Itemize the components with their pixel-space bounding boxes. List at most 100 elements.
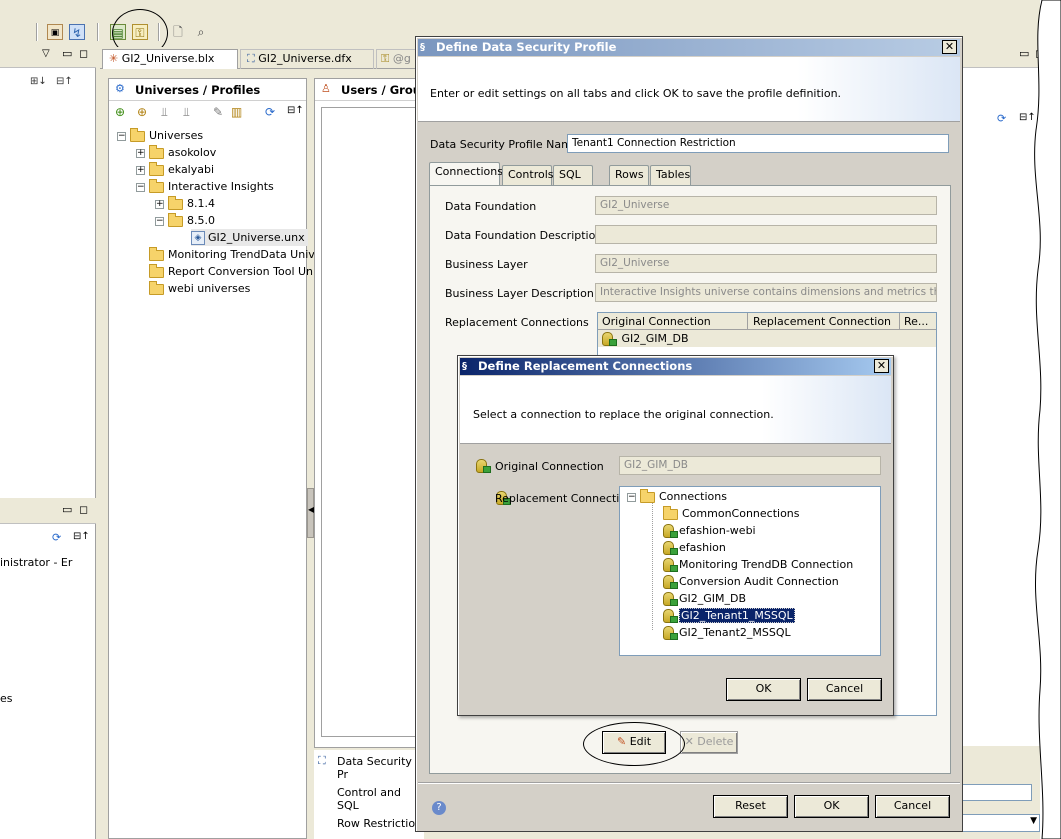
folder-icon: [168, 195, 183, 210]
maximize-icon[interactable]: ◻: [79, 503, 88, 516]
tree-node-connections[interactable]: − Connections: [627, 488, 727, 505]
delete-x-icon: ✕: [684, 735, 694, 748]
tree-node-folder[interactable]: Report Conversion Tool Univ: [149, 263, 323, 280]
help-icon[interactable]: ?: [432, 801, 446, 815]
universes-profiles-panel: ⚙ Universes / Profiles ⊕ ⊕ ⫫ ⫫ ✎ ▥ ⟳ ⊟↑ …: [108, 78, 323, 839]
tab-label: @g: [392, 52, 411, 65]
folder-icon: [149, 144, 164, 159]
table-header: Original Connection Replacement Connecti…: [598, 313, 936, 330]
editor-tab[interactable]: ✳ GI2_Universe.blx: [102, 49, 238, 69]
tree-node-folder[interactable]: CommonConnections: [663, 505, 800, 522]
find-icon[interactable]: ⌕: [193, 24, 209, 40]
tree-node-folder[interactable]: Monitoring TrendData Unive: [149, 246, 322, 263]
reset-button[interactable]: Reset: [713, 795, 788, 818]
tree-node-folder[interactable]: −8.5.0: [155, 212, 215, 229]
connection-icon: [663, 558, 678, 572]
bl-description-field: Interactive Insights universe contains d…: [595, 283, 937, 302]
delete-icon[interactable]: ▥: [231, 105, 242, 119]
column-header[interactable]: Original Connection: [598, 313, 748, 330]
check-integrity-icon[interactable]: 🗋: [170, 24, 186, 40]
left-panel-header: ▽ ▭ ◻: [0, 46, 96, 68]
column-header[interactable]: Re...: [900, 313, 936, 330]
toolbar-separator: [97, 23, 99, 41]
panel-splitter[interactable]: ◀: [307, 488, 314, 538]
editor-tab-bar: ✳ GI2_Universe.blx ⛶ GI2_Universe.dfx ⚿ …: [100, 47, 420, 69]
collapse-all-icon[interactable]: ⊟↑: [73, 531, 90, 542]
new-profile-icon[interactable]: ▣: [47, 24, 63, 40]
close-button[interactable]: ✕: [942, 40, 957, 54]
ok-button[interactable]: OK: [726, 678, 801, 701]
tree-node-connection[interactable]: GI2_Tenant2_MSSQL: [663, 624, 791, 641]
collapse-all-icon[interactable]: ⊟↑: [287, 105, 304, 116]
expand-icon[interactable]: +: [136, 148, 145, 158]
expand-icon[interactable]: +: [136, 165, 145, 175]
main-toolbar: ▣ ↯ ▤ ⚿ 🗋 ⌕: [0, 9, 420, 57]
unassign-icon[interactable]: ⫫: [183, 105, 190, 120]
tree-node-folder[interactable]: − Interactive Insights: [136, 178, 274, 195]
insert-business-security-icon[interactable]: ⊕: [137, 105, 147, 119]
cancel-button[interactable]: Cancel: [807, 678, 882, 701]
tree-node-folder[interactable]: + asokolov: [136, 144, 216, 161]
tree-node-universes[interactable]: − Universes: [117, 127, 203, 144]
expand-all-icon[interactable]: ⊞↓: [30, 76, 47, 87]
tree-node-connection[interactable]: Conversion Audit Connection: [663, 573, 839, 590]
universe-icon: ⚙: [115, 82, 125, 95]
profile-name-label: Data Security Profile Name: [430, 138, 579, 151]
tab-rows[interactable]: Rows: [609, 165, 649, 185]
insert-data-security-icon[interactable]: ⊕: [115, 105, 125, 119]
editor-tab[interactable]: ⛶ GI2_Universe.dfx: [240, 49, 374, 69]
column-header[interactable]: Replacement Connection: [748, 313, 900, 330]
security-editor-icon[interactable]: ↯: [69, 24, 85, 40]
tree-node-universe[interactable]: ◈ GI2_Universe.unx: [191, 229, 308, 246]
collapse-icon[interactable]: −: [627, 492, 636, 502]
minimize-icon[interactable]: ▭: [62, 47, 72, 60]
tree-node-folder[interactable]: webi universes: [149, 280, 250, 297]
close-button[interactable]: ✕: [874, 359, 889, 373]
replacement-connections-dialog: § Define Replacement Connections ✕ Selec…: [457, 355, 894, 716]
collapse-all-icon[interactable]: ⊟↑: [56, 76, 73, 87]
table-row[interactable]: GI2_GIM_DB: [598, 330, 936, 347]
collapse-icon[interactable]: −: [117, 131, 126, 141]
connection-icon: [663, 609, 678, 623]
editor-tab[interactable]: ⚿ @g: [376, 49, 420, 69]
user-icon: ♙: [321, 82, 331, 95]
tree-node-folder[interactable]: + ekalyabi: [136, 161, 214, 178]
expand-icon[interactable]: +: [155, 199, 164, 209]
cancel-button[interactable]: Cancel: [875, 795, 950, 818]
collapse-icon[interactable]: −: [155, 216, 164, 226]
tree-node-folder[interactable]: +8.1.4: [155, 195, 215, 212]
tab-connections[interactable]: Connections: [429, 162, 503, 185]
refresh-icon[interactable]: ⟳: [997, 112, 1006, 125]
tree-node-connection-selected[interactable]: GI2_Tenant1_MSSQL: [663, 607, 795, 624]
tree-node-connection[interactable]: GI2_GIM_DB: [663, 590, 746, 607]
right-dropdown[interactable]: ▼: [962, 814, 1040, 832]
tab-bar: Connections Controls SQL Rows Tables: [429, 162, 951, 187]
minimize-icon[interactable]: ▭: [1019, 47, 1029, 60]
assign-icon[interactable]: ⫫: [161, 105, 168, 120]
tab-sql[interactable]: SQL: [553, 165, 593, 185]
toolbar-separator: [36, 23, 38, 41]
folder-icon: [640, 488, 655, 503]
tab-tables[interactable]: Tables: [650, 165, 691, 185]
delete-button[interactable]: ✕ Delete: [680, 731, 738, 754]
collapse-icon[interactable]: −: [136, 182, 145, 192]
right-field[interactable]: [962, 784, 1032, 801]
edit-icon[interactable]: ✎: [213, 105, 223, 119]
chevron-down-icon[interactable]: ▽: [42, 48, 50, 59]
minimize-icon[interactable]: ▭: [62, 503, 72, 516]
tree-node-connection[interactable]: efashion: [663, 539, 726, 556]
tab-controls[interactable]: Controls: [502, 165, 554, 185]
maximize-icon[interactable]: ◻: [79, 47, 88, 60]
profile-name-input[interactable]: Tenant1 Connection Restriction: [567, 134, 949, 153]
instructions-banner: Enter or edit settings on all tabs and c…: [418, 57, 960, 122]
tab-label: GI2_Universe.dfx: [258, 52, 352, 65]
connection-icon: [476, 459, 491, 473]
refresh-icon[interactable]: ⟳: [52, 531, 61, 544]
business-layer-icon: ✳: [109, 52, 119, 65]
ok-button[interactable]: OK: [794, 795, 869, 818]
refresh-icon[interactable]: ⟳: [265, 105, 275, 119]
tree-node-connection[interactable]: efashion-webi: [663, 522, 756, 539]
data-foundation-field: GI2_Universe: [595, 196, 937, 215]
tree-node-connection[interactable]: Monitoring TrendDB Connection: [663, 556, 853, 573]
data-foundation-label: Data Foundation: [445, 200, 537, 213]
